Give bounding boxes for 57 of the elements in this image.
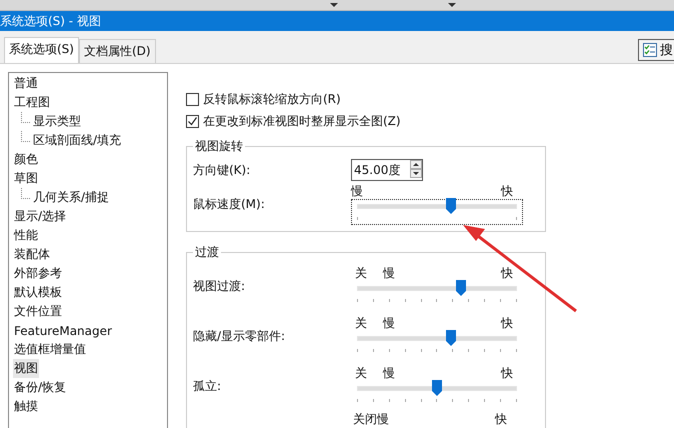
- slider-label: 快: [501, 315, 513, 332]
- slider[interactable]: [351, 199, 523, 225]
- slider-label: 关: [355, 265, 367, 282]
- tree-item[interactable]: 几何关系/捕捉: [32, 188, 110, 207]
- checkbox[interactable]: [186, 114, 199, 128]
- slider-label: 关: [355, 365, 367, 382]
- tab[interactable]: 系统选项(S): [4, 37, 79, 63]
- field-label: 视图过渡:: [193, 278, 246, 294]
- tree-branch-icon: [21, 131, 30, 142]
- slider-label: 快: [501, 365, 513, 382]
- tree-branch-icon: [21, 112, 30, 123]
- checklist-icon: [643, 43, 657, 57]
- tree-item[interactable]: 显示/选择: [13, 207, 68, 226]
- checkbox[interactable]: [186, 92, 199, 106]
- slider-thumb[interactable]: [446, 198, 456, 214]
- group-title: 视图旋转: [193, 138, 245, 155]
- slider-label: 快: [495, 411, 507, 428]
- tree-item[interactable]: 区域剖面线/填充: [32, 131, 122, 150]
- slider-label: 慢: [383, 315, 395, 332]
- tree-item[interactable]: 文件位置: [13, 302, 63, 321]
- checkbox-label: 在更改到标准视图时整屏显示全图(Z): [203, 112, 401, 130]
- slider-label: 慢: [351, 183, 363, 200]
- window-title: 系统选项(S) - 视图: [0, 12, 101, 30]
- spin-buttons-icon[interactable]: [410, 160, 422, 180]
- tree-branch-icon: [21, 188, 30, 199]
- tree-item[interactable]: 性能: [13, 226, 39, 245]
- slider-label: 快: [501, 265, 513, 282]
- tab[interactable]: 文档属性(D): [78, 39, 156, 63]
- slider-label: 关: [355, 315, 367, 332]
- slider-label: 快: [501, 183, 513, 200]
- tree-item[interactable]: 显示类型: [32, 112, 82, 131]
- tree-item[interactable]: 默认模板: [13, 283, 63, 302]
- field-label: 隐藏/显示零部件:: [193, 328, 286, 344]
- slider-thumb[interactable]: [456, 280, 466, 296]
- tree-item[interactable]: 装配体: [13, 245, 51, 264]
- tree-item[interactable]: 触摸: [13, 397, 39, 416]
- tree-item[interactable]: FeatureManager: [13, 322, 113, 338]
- search-button[interactable]: 搜: [638, 39, 674, 61]
- slider-thumb[interactable]: [446, 330, 456, 346]
- slider-label: 慢: [383, 265, 395, 282]
- tree-item[interactable]: 工程图: [13, 93, 51, 112]
- tree-item[interactable]: 外部参考: [13, 264, 63, 283]
- field-label: 方向键(K):: [193, 162, 252, 178]
- checkbox-label: 反转鼠标滚轮缩放方向(R): [203, 90, 341, 108]
- tree-item[interactable]: 视图: [13, 359, 39, 378]
- slider-thumb[interactable]: [432, 380, 442, 396]
- tree-item[interactable]: 普通: [13, 74, 39, 93]
- field-label: 鼠标速度(M):: [193, 196, 266, 212]
- slider-label: 关闭慢: [353, 411, 389, 428]
- tree-item[interactable]: 选值框增量值: [13, 340, 87, 359]
- tree-item[interactable]: 备份/恢复: [13, 378, 68, 397]
- tree-item[interactable]: 颜色: [13, 150, 39, 169]
- tree-item[interactable]: 草图: [13, 169, 39, 188]
- caret-icon[interactable]: [448, 3, 456, 7]
- field-label: 孤立:: [193, 378, 222, 394]
- caret-icon[interactable]: [330, 3, 338, 7]
- slider-label: 慢: [383, 365, 395, 382]
